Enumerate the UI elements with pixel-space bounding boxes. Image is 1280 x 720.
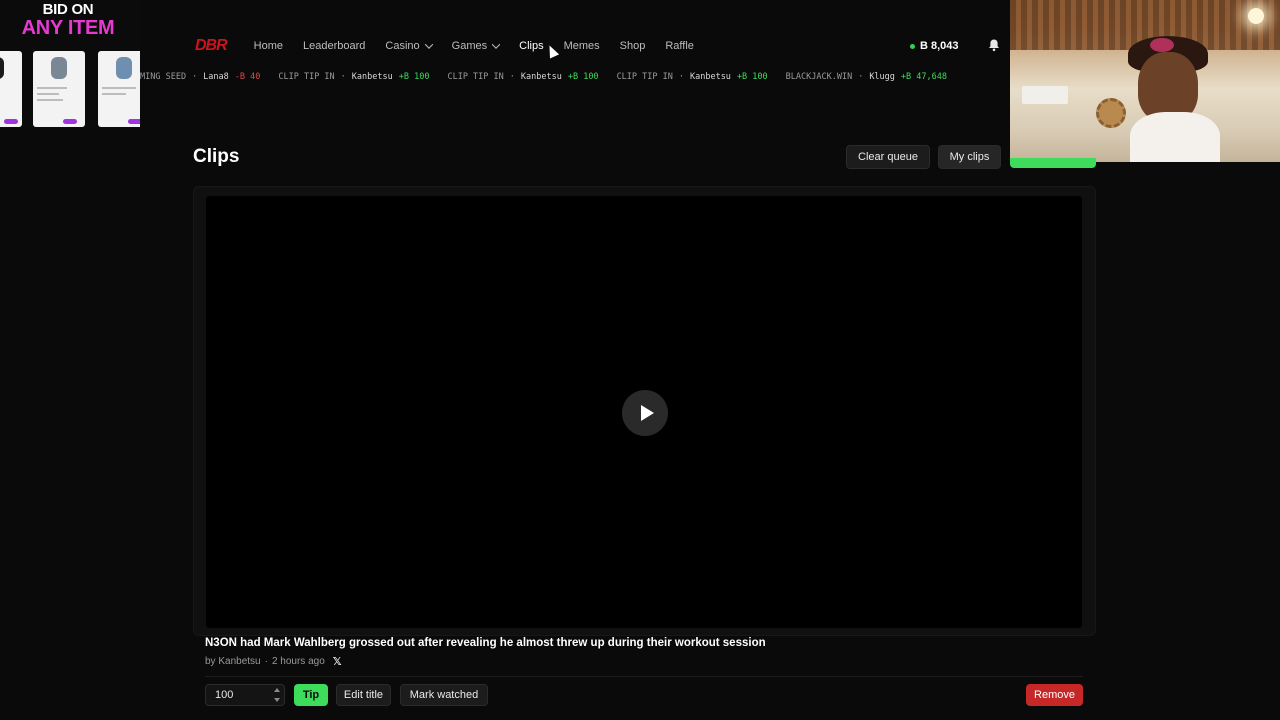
nav-home[interactable]: Home — [254, 40, 283, 52]
promo-item-card — [33, 51, 85, 127]
remove-button[interactable]: Remove — [1026, 684, 1083, 706]
my-clips-button[interactable]: My clips — [938, 145, 1001, 169]
clip-title: N3ON had Mark Wahlberg grossed out after… — [205, 637, 766, 649]
promo-item-card — [98, 51, 140, 127]
amount-stepper[interactable] — [272, 686, 282, 704]
chevron-down-icon — [491, 40, 501, 49]
watch-image — [51, 57, 67, 79]
stepper-up-icon[interactable] — [274, 688, 280, 692]
promo-item-card — [0, 51, 22, 127]
nav-clips[interactable]: Clips — [519, 40, 543, 52]
promo-line-1: BID ON — [42, 1, 94, 18]
ticker-item: MING SEED · Lana8 -B 40 — [140, 72, 261, 82]
divider — [205, 676, 1083, 677]
clear-queue-button[interactable]: Clear queue — [846, 145, 930, 169]
stepper-down-icon[interactable] — [274, 698, 280, 702]
earring-image — [116, 57, 132, 79]
wall-mirror — [1096, 98, 1126, 128]
meta-separator: · — [264, 656, 268, 667]
bid-pill — [128, 119, 140, 124]
edit-title-button[interactable]: Edit title — [336, 684, 391, 706]
bid-pill — [4, 119, 18, 124]
clip-meta: by Kanbetsu · 2 hours ago 𝕏 — [205, 655, 342, 668]
air-conditioner — [1022, 86, 1068, 104]
nav-raffle[interactable]: Raffle — [665, 40, 694, 52]
bell-icon[interactable] — [987, 38, 1001, 52]
balance-value: B 8,043 — [920, 40, 959, 52]
balance-display[interactable]: B 8,043 — [910, 36, 959, 56]
top-nav: DBR Home Leaderboard Casino Games Clips … — [195, 34, 714, 58]
bid-pill — [63, 119, 77, 124]
mark-watched-button[interactable]: Mark watched — [400, 684, 488, 706]
promo-line-2: ANY ITEM — [21, 17, 115, 39]
nav-leaderboard[interactable]: Leaderboard — [303, 40, 365, 52]
promo-banner: BID ON ANY ITEM — [0, 0, 140, 128]
tip-button[interactable]: Tip — [294, 684, 328, 706]
play-button[interactable] — [622, 390, 668, 436]
ticker-item: CLIP TIP IN · Kanbetsu +B 100 — [447, 72, 599, 82]
item-image — [0, 57, 4, 79]
ticker-item: BLACKJACK.WIN · Klugg +B 47,648 — [785, 72, 947, 82]
online-dot-icon — [910, 43, 915, 49]
play-icon — [640, 405, 654, 421]
nav-casino[interactable]: Casino — [385, 40, 433, 52]
activity-ticker: MING SEED · Lana8 -B 40 CLIP TIP IN · Kanbets… — [140, 68, 1010, 86]
chevron-down-icon — [424, 40, 433, 49]
site-logo[interactable]: DBR — [195, 37, 228, 55]
webcam-overlay — [1010, 0, 1280, 162]
ticker-item: CLIP TIP IN · Kanbetsu +B 100 — [278, 72, 430, 82]
page-title: Clips — [193, 146, 240, 167]
nav-shop[interactable]: Shop — [620, 40, 646, 52]
ticker-item: CLIP TIP IN · Kanbetsu +B 100 — [616, 72, 768, 82]
nav-games[interactable]: Games — [452, 40, 501, 52]
clip-author: by Kanbetsu — [205, 656, 261, 667]
submit-clip-button[interactable] — [1010, 158, 1096, 168]
nav-memes[interactable]: Memes — [564, 40, 600, 52]
clip-time: 2 hours ago — [271, 656, 325, 667]
x-social-icon[interactable]: 𝕏 — [333, 655, 342, 668]
streamer-towel — [1130, 112, 1220, 162]
